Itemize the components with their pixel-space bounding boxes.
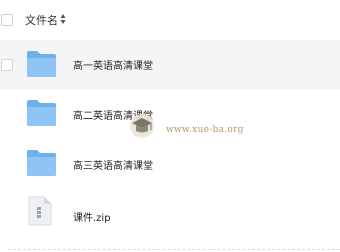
file-row[interactable]: 高一英语高清课堂: [0, 40, 340, 90]
file-name[interactable]: 课件.zip: [73, 209, 111, 224]
file-row[interactable]: 课件.zip: [0, 192, 340, 242]
watermark-text: www.xue-ba.org: [166, 125, 244, 135]
column-header-filename[interactable]: 文件名: [25, 12, 58, 28]
row-checkbox[interactable]: [1, 59, 13, 71]
file-row[interactable]: 高三英语高清课堂: [0, 139, 340, 189]
sort-icon[interactable]: [60, 13, 66, 27]
file-name[interactable]: 高一英语高清课堂: [73, 57, 153, 72]
folder-icon: [27, 100, 56, 126]
folder-icon: [27, 150, 56, 176]
select-all-checkbox[interactable]: [1, 14, 13, 26]
zip-file-icon: [28, 196, 52, 226]
file-list-header: 文件名: [0, 0, 340, 42]
file-name[interactable]: 高三英语高清课堂: [73, 157, 153, 172]
folder-icon: [27, 51, 56, 77]
